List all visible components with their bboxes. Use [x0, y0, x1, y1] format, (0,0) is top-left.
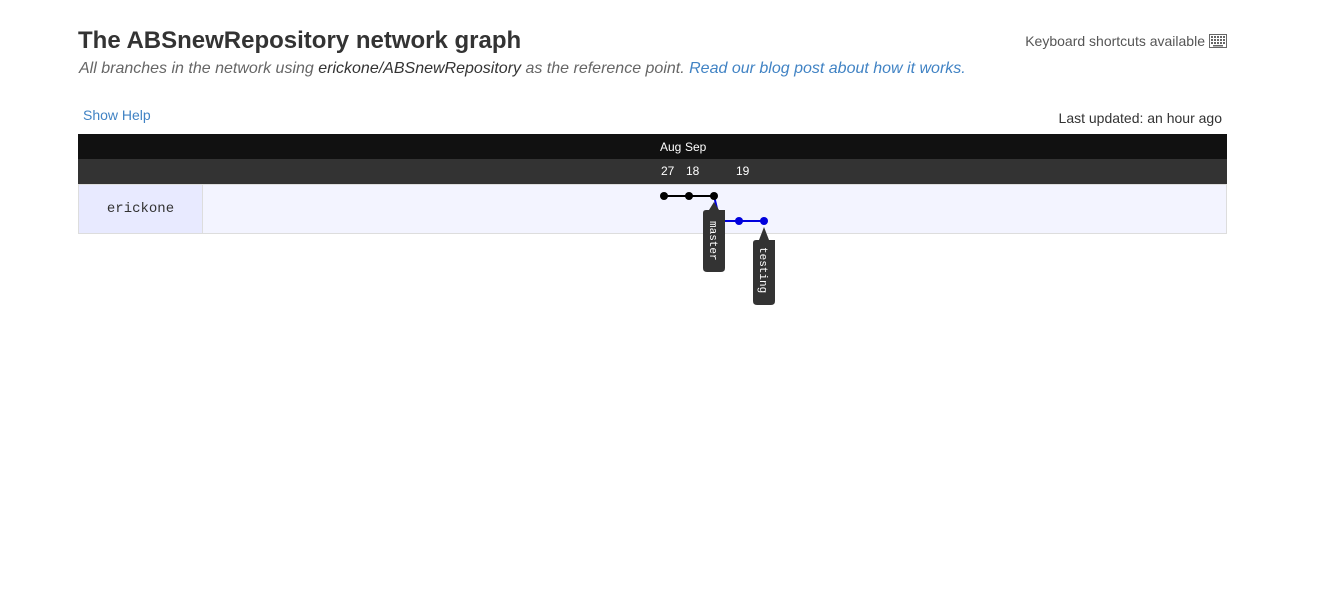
subtitle-prefix: All branches in the network using [79, 60, 319, 77]
keyboard-icon [1209, 34, 1227, 48]
commit-dot[interactable] [735, 217, 743, 225]
keyboard-shortcuts-label: Keyboard shortcuts available [1025, 33, 1205, 49]
commit-dot[interactable] [660, 192, 668, 200]
page-subtitle: All branches in the network using ericko… [79, 59, 966, 79]
commit-dot[interactable] [685, 192, 693, 200]
page-title: The ABSnewRepository network graph [78, 27, 522, 54]
last-updated-text: Last updated: an hour ago [1058, 110, 1222, 126]
commit-dot-master-head[interactable] [710, 192, 718, 200]
subtitle-reference-repo: erickone/ABSnewRepository [318, 60, 522, 77]
commit-dot-testing-head[interactable] [760, 217, 768, 225]
branch-tag-master-label: master [706, 221, 718, 261]
network-graph[interactable]: Aug Sep 27 18 19 erickone master testing [78, 134, 1227, 305]
branch-tag-testing[interactable]: testing [753, 227, 775, 305]
blog-post-link[interactable]: Read our blog post about how it works. [689, 60, 966, 77]
branch-tag-testing-label: testing [756, 247, 768, 293]
keyboard-shortcuts[interactable]: Keyboard shortcuts available [1025, 31, 1227, 51]
show-help-link[interactable]: Show Help [83, 106, 151, 124]
commit-graph-svg: master testing [660, 192, 775, 305]
branch-tag-master[interactable]: master [703, 202, 725, 272]
subtitle-suffix: as the reference point. [521, 60, 690, 77]
